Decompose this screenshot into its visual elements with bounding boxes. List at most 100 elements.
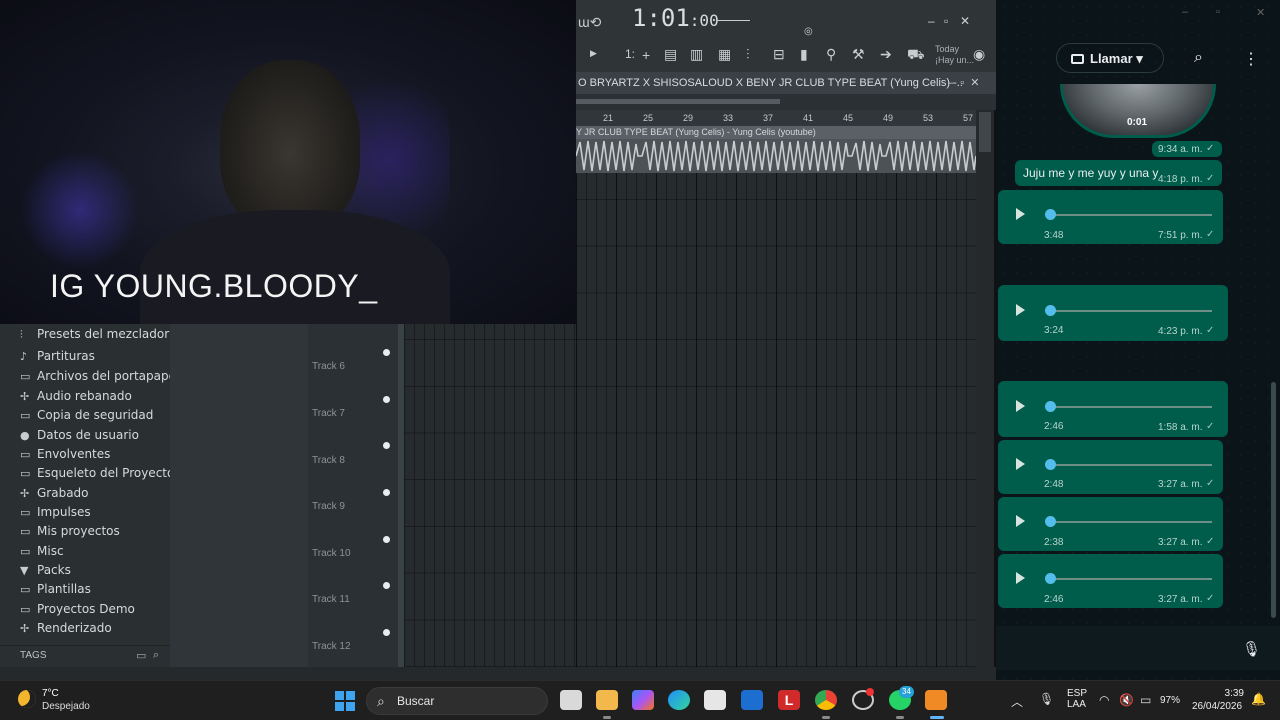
fl-studio-icon[interactable]	[925, 690, 947, 710]
clock-time[interactable]: 3:39	[1214, 688, 1244, 699]
song-position[interactable]: 1:01:00	[632, 4, 719, 32]
piano-roll-icon[interactable]: ▥	[690, 46, 703, 63]
tool-icon[interactable]: ⚒	[852, 46, 865, 63]
playlist-vscroll[interactable]	[976, 110, 994, 667]
play-icon[interactable]	[1016, 515, 1025, 527]
weather-description[interactable]: Despejado	[42, 701, 90, 712]
file-explorer-icon[interactable]	[596, 690, 618, 710]
start-button[interactable]	[335, 691, 355, 711]
browser-item[interactable]: ⫶ Presets del mezclador	[20, 325, 169, 343]
track-label[interactable]: Track 6	[312, 361, 345, 372]
playlist-grid[interactable]	[576, 173, 976, 667]
message-input-bar[interactable]	[996, 626, 1280, 670]
track-mute-dot[interactable]	[383, 582, 390, 589]
browser-item[interactable]: ✢ Renderizado	[20, 619, 112, 637]
voice-progress-knob[interactable]	[1045, 209, 1056, 220]
voice-progress-track[interactable]	[1050, 310, 1212, 312]
play-icon[interactable]	[1016, 458, 1025, 470]
track-label[interactable]: Track 11	[312, 594, 350, 605]
browser-item[interactable]: ▭ Archivos del portapapeles	[20, 367, 193, 385]
browser-item[interactable]: ▭ Copia de seguridad	[20, 406, 153, 424]
notification-bell-icon[interactable]: 🔔	[1251, 692, 1266, 706]
microphone-icon[interactable]: 🎙	[1039, 692, 1054, 706]
browser-item[interactable]: ▭ Mis proyectos	[20, 522, 120, 540]
globe-icon[interactable]: ◉	[973, 46, 985, 63]
browser-item[interactable]: ▭ Esqueleto del Proyecto	[20, 464, 174, 482]
task-view-icon[interactable]	[560, 690, 582, 710]
voice-progress-knob[interactable]	[1045, 459, 1056, 470]
language-indicator[interactable]: ESP LAA	[1067, 688, 1087, 710]
chat-scrollbar[interactable]	[1271, 382, 1276, 618]
call-button[interactable]: Llamar ▾	[1056, 43, 1164, 73]
voice-progress-track[interactable]	[1050, 464, 1212, 466]
taskbar-search[interactable]: ⌕ Buscar	[366, 687, 548, 715]
track-mute-dot[interactable]	[383, 442, 390, 449]
track-label[interactable]: Track 7	[312, 408, 345, 419]
browser-item[interactable]: ▭ Envolventes	[20, 445, 110, 463]
play-icon[interactable]	[1016, 304, 1025, 316]
play-arrow-icon[interactable]: ▶	[590, 48, 597, 59]
wifi-icon[interactable]: ◠	[1099, 693, 1109, 707]
copilot-icon[interactable]	[632, 690, 654, 710]
track-mute-dot[interactable]	[383, 396, 390, 403]
search-icon[interactable]: ⌕	[1194, 49, 1203, 67]
track-mute-dot[interactable]	[383, 629, 390, 636]
mail-icon[interactable]	[741, 690, 763, 710]
track-mute-dot[interactable]	[383, 349, 390, 356]
play-icon[interactable]	[1016, 400, 1025, 412]
close-icon[interactable]: ✕	[1256, 6, 1265, 19]
track-label[interactable]: Track 9	[312, 501, 345, 512]
volume-muted-icon[interactable]: 🔇	[1119, 693, 1134, 707]
clock-date[interactable]: 26/04/2026	[1192, 701, 1242, 712]
microphone-icon[interactable]: 🎙	[1242, 640, 1261, 658]
browser-item[interactable]: ▭ Misc	[20, 542, 64, 560]
browser-item[interactable]: ● Datos de usuario	[20, 426, 139, 444]
project-icon[interactable]: ▮	[800, 46, 808, 63]
battery-percent[interactable]: 97%	[1160, 695, 1180, 706]
playlist-window-buttons[interactable]: – ▫ ✕	[948, 72, 979, 94]
pitch-knob-icon[interactable]: ◎	[804, 26, 813, 37]
tempo-tap-icon[interactable]: ɯ⟲	[578, 14, 601, 31]
timeline-ruler[interactable]: 21 25 29 33 37 41 45 49 53 57	[576, 110, 976, 126]
voice-progress-track[interactable]	[1050, 578, 1212, 580]
add-pattern-icon[interactable]: +	[642, 47, 650, 63]
track-mute-dot[interactable]	[383, 489, 390, 496]
browser-item[interactable]: ♪ Partituras	[20, 347, 95, 365]
search-icon[interactable]: ⌕	[153, 649, 159, 662]
track-label[interactable]: Track 10	[312, 548, 351, 559]
track-label[interactable]: Track 8	[312, 455, 345, 466]
moon-icon[interactable]	[18, 690, 36, 708]
l-app-icon[interactable]: L	[778, 690, 800, 710]
master-volume-slider[interactable]	[716, 20, 750, 21]
news-hint[interactable]: Today ¡Hay un...	[935, 44, 974, 66]
store-icon[interactable]	[704, 690, 726, 710]
minimize-icon[interactable]: –	[928, 14, 935, 28]
play-icon[interactable]	[1016, 208, 1025, 220]
audio-clip-title[interactable]: Y JR CLUB TYPE BEAT (Yung Celis) - Yung …	[576, 126, 976, 139]
folder-icon[interactable]: ▭	[136, 649, 146, 662]
close-icon[interactable]: ✕	[960, 14, 970, 28]
voice-progress-track[interactable]	[1050, 406, 1212, 408]
voice-progress-track[interactable]	[1050, 214, 1212, 216]
browser-item[interactable]: ✢ Audio rebanado	[20, 387, 132, 405]
voice-progress-knob[interactable]	[1045, 573, 1056, 584]
battery-icon[interactable]: ▭	[1140, 693, 1151, 707]
chevron-up-icon[interactable]: ︿	[1011, 693, 1023, 710]
playlist-icon[interactable]: ▤	[664, 46, 677, 63]
cart-icon[interactable]: ⛟	[907, 46, 925, 65]
pattern-number[interactable]: 1:	[625, 47, 635, 61]
browser-item[interactable]: ✢ Grabado	[20, 484, 89, 502]
track-mute-dot[interactable]	[383, 536, 390, 543]
chrome-icon[interactable]	[815, 690, 837, 710]
playlist-vscroll-thumb[interactable]	[979, 112, 991, 152]
audio-clip-waveform[interactable]	[575, 139, 977, 173]
browser-item[interactable]: ▭ Proyectos Demo	[20, 600, 135, 618]
more-options-icon[interactable]: ⋮	[1243, 49, 1259, 69]
minimize-icon[interactable]: –	[1182, 6, 1188, 18]
arrow-icon[interactable]: ➔	[880, 46, 892, 63]
play-icon[interactable]	[1016, 572, 1025, 584]
browser-icon[interactable]: ⊟	[773, 46, 785, 63]
voice-progress-knob[interactable]	[1045, 305, 1056, 316]
voice-progress-knob[interactable]	[1045, 401, 1056, 412]
track-grid[interactable]	[404, 324, 576, 667]
